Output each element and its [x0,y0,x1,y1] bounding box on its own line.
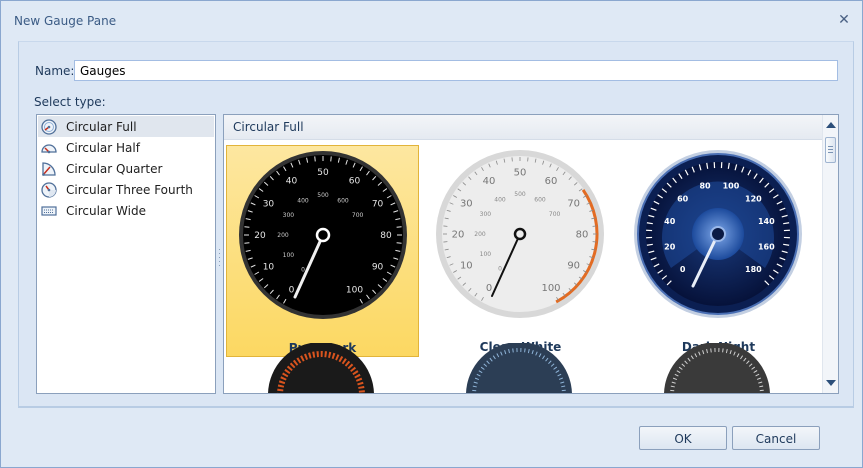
footer-divider [18,407,854,408]
gauge-tick-label: 300 [283,212,295,219]
gauge-type-list[interactable]: Circular Full Circular Half Circular Qua… [36,114,216,394]
gauge-tick-label: 400 [494,196,506,203]
gallery-scrollbar[interactable] [822,115,838,393]
gauge-tick-label: 120 [745,194,762,203]
gauge-hub [710,226,726,242]
gauge-tick-label: 0 [289,286,295,296]
new-gauge-pane-dialog: New Gauge Pane ✕ Name: Select type: Circ… [0,0,863,468]
circular-quarter-icon [41,161,57,177]
gauge-tick-label: 70 [567,199,580,210]
gauge-tick-label: 80 [380,231,392,241]
gauge-tick-label: 700 [549,211,561,218]
type-item-label: Circular Full [66,119,137,134]
circular-three-fourth-icon [41,181,57,198]
gauge-tick-label: 100 [283,252,295,259]
type-item-label: Circular Three Fourth [66,182,193,197]
gauge-tick-label: 90 [567,261,580,272]
cancel-button[interactable]: Cancel [732,426,820,450]
gauge-tick-label: 90 [372,263,384,273]
gauge-tick-label: 100 [346,286,363,296]
circular-wide-icon [41,203,57,219]
gauge-tick-label: 200 [277,232,289,239]
gauge-tick [396,226,402,228]
gauge-tick-label: 180 [745,265,762,274]
gauge-hub [315,227,331,243]
clean-white-gauge: 0 10 20 30 40 50 60 70 80 90 100 0 100 200 300 400 500 6… [436,150,604,318]
content-panel: Name: Select type: Circular Full Circula… [18,41,854,407]
gauge-tick-label: 140 [758,217,775,226]
type-item-label: Circular Half [66,140,140,155]
gauge-tick [244,226,250,228]
type-item-circular-half[interactable]: Circular Half [38,137,214,158]
ok-button[interactable]: OK [639,426,727,450]
gauge-tile-partial-blue [466,343,572,393]
gauge-tick [314,156,316,162]
gauge-tick [330,156,332,162]
gauge-tick-label: 600 [534,196,546,203]
gauge-tick-label: 60 [677,194,689,203]
gauge-tick-label: 10 [263,263,275,273]
gauge-tick-label: 700 [352,212,364,219]
pure-dark-gauge: 0102030405060708090100 01002003004005006… [239,151,407,319]
gauge-tick-label: 200 [474,231,486,238]
splitter-handle[interactable] [218,248,221,268]
gauge-tick-label: 400 [297,197,309,204]
gauge-tick-label: 50 [317,168,329,178]
name-label: Name: [35,64,75,78]
gauge-tick-label: 40 [483,176,496,187]
gauge-hub [513,227,527,241]
gauge-tile-clean-white[interactable]: 0 10 20 30 40 50 60 70 80 90 100 0 100 200 300 400 500 6… [424,145,617,357]
gauge-tick-label: 80 [576,230,589,241]
gauge-tick-label: 300 [480,211,492,218]
gauge-tick-label: 500 [317,192,329,199]
gauge-tile-pure-dark[interactable]: 0 10 20 30 40 50 60 70 80 90 100 0 100 200 300 400 500 6… [226,145,419,357]
gauge-tick-label: 60 [349,177,361,187]
circular-half-icon [41,140,57,156]
type-item-label: Circular Quarter [66,161,163,176]
gauge-tile-partial-red [268,343,374,393]
name-input[interactable] [74,60,838,81]
scroll-thumb[interactable] [825,137,836,163]
gauge-tick-label: 500 [514,191,526,198]
gauge-tile-dark-night[interactable]: 020406080100120140160180 Dark Night [622,145,815,357]
gauge-tick-label: 0 [486,283,492,294]
scroll-up-icon[interactable] [826,122,836,128]
dark-night-gauge: 0 20 40 60 80 100 120 140 160 180 [634,150,802,318]
gauge-tick-label: 100 [541,283,560,294]
gauge-tick-label: 10 [460,261,473,272]
select-type-label: Select type: [34,95,106,109]
gauge-tick-label: 30 [460,199,473,210]
window-title: New Gauge Pane [14,14,117,28]
gauge-tick-label: 20 [254,231,266,241]
gauge-tick-label: 30 [263,200,275,210]
gauge-style-gallery[interactable]: Circular Full 0 10 20 30 40 50 60 70 80 90 100 0 10… [223,114,839,394]
type-item-circular-quarter[interactable]: Circular Quarter [38,158,214,179]
gauge-tick-label: 80 [699,182,711,191]
gauge-tick-label: 0 [498,266,502,273]
scroll-down-icon[interactable] [826,380,836,386]
gauge-tick-label: 40 [664,217,676,226]
title-bar[interactable]: New Gauge Pane ✕ [1,1,862,41]
gauge-tick-label: 60 [545,176,558,187]
gauge-tick-label: 70 [372,200,384,210]
type-item-label: Circular Wide [66,203,146,218]
gauge-tick-label: 20 [452,230,465,241]
gauge-tick-label: 40 [286,177,298,187]
gauge-tick-label: 50 [514,168,527,179]
type-item-circular-wide[interactable]: Circular Wide [38,200,214,221]
gauge-tick-label: 0 [680,265,686,274]
gauge-tick-label: 20 [664,243,676,252]
close-button[interactable]: ✕ [834,11,854,29]
circular-full-icon [41,118,57,135]
gauge-tick [396,242,402,244]
gauge-tick [244,242,250,244]
type-item-circular-three-fourth[interactable]: Circular Three Fourth [38,179,214,200]
gauge-tick-label: 100 [480,251,492,258]
gauge-tick-label: 100 [723,182,740,191]
type-item-circular-full[interactable]: Circular Full [38,116,214,137]
gauge-tick-label: 600 [337,197,349,204]
gallery-group-header: Circular Full [224,115,824,140]
gauge-tile-partial-gray [664,343,770,393]
gauge-tick-label: 160 [758,243,775,252]
